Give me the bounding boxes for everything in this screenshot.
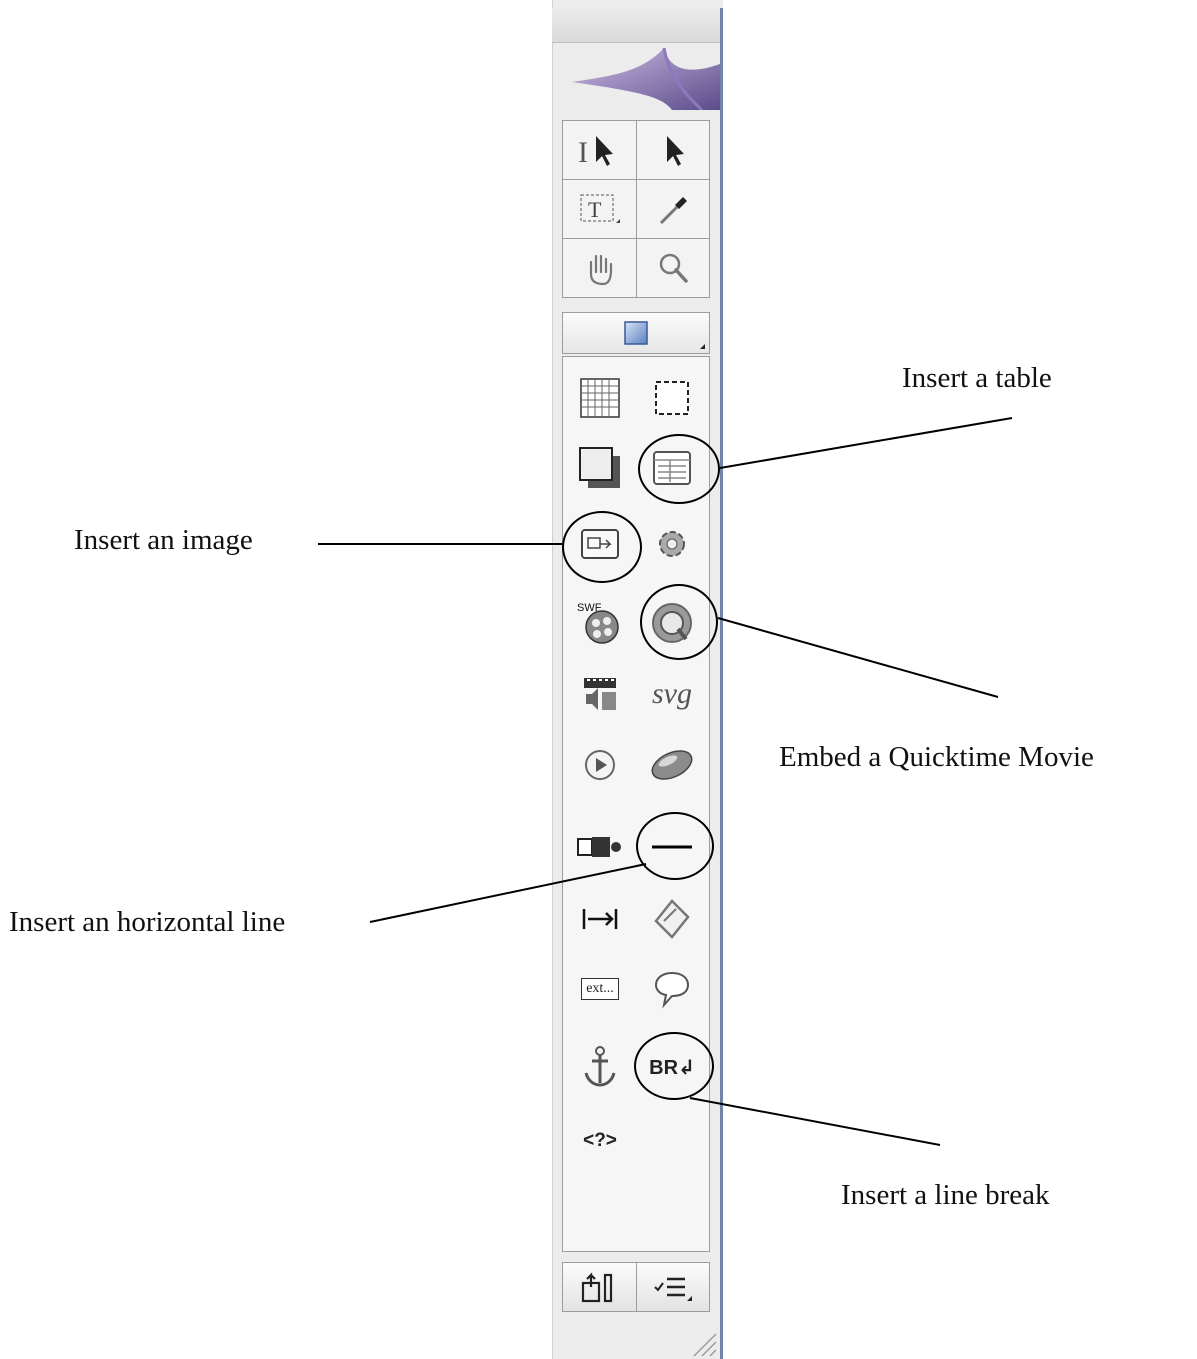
callout-leader-lines: [318, 417, 1013, 1146]
callout-insert-horizontal-line: Insert an horizontal line: [9, 906, 286, 938]
callout-insert-image: Insert an image: [74, 524, 253, 556]
callout-insert-table: Insert a table: [902, 362, 1052, 394]
callout-insert-line-break: Insert a line break: [841, 1179, 1050, 1211]
callout-embed-quicktime: Embed a Quicktime Movie: [779, 741, 1094, 773]
